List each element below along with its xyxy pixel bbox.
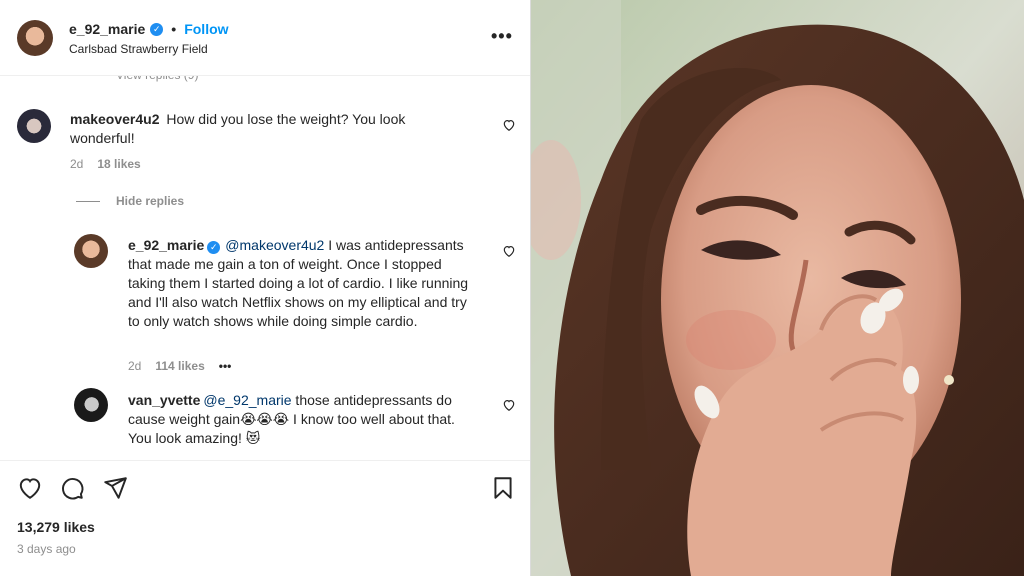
post-action-bar: 13,279 likes 3 days ago (0, 460, 530, 576)
reply-meta: 2d 114 likes ••• (128, 359, 231, 373)
like-heart-icon[interactable] (502, 244, 516, 258)
comment-body: makeover4u2 How did you lose the weight?… (70, 110, 470, 148)
avatar[interactable] (17, 20, 53, 56)
like-heart-icon[interactable] (502, 398, 516, 412)
likes-count[interactable]: 13,279 likes (17, 519, 95, 535)
reply-age: 2d (128, 359, 142, 373)
avatar[interactable] (74, 388, 108, 422)
hide-replies-label: Hide replies (116, 194, 185, 208)
reply-mention[interactable]: @makeover4u2 (225, 237, 324, 253)
reply-mention[interactable]: @e_92_marie (203, 392, 291, 408)
post-author: e_92_marie ✓ • Follow (69, 21, 229, 37)
crying-woman-photo (531, 0, 1024, 576)
reply-username[interactable]: e_92_marie (128, 237, 204, 253)
divider-line (76, 200, 100, 202)
hide-replies-link[interactable]: Hide replies (76, 194, 184, 208)
verified-badge-icon: ✓ (207, 241, 221, 254)
save-bookmark-icon[interactable] (490, 475, 516, 501)
post-header: e_92_marie ✓ • Follow Carlsbad Strawberr… (0, 0, 530, 76)
reply-options-icon[interactable]: ••• (219, 359, 232, 373)
comment-age: 2d (70, 157, 84, 171)
comment-username[interactable]: makeover4u2 (70, 111, 160, 127)
comment-bubble-icon[interactable] (59, 475, 85, 501)
reply-likes[interactable]: 114 likes (155, 359, 204, 373)
follow-button[interactable]: Follow (184, 21, 228, 37)
reply-body: e_92_marie ✓ @makeover4u2 I was antidepres… (128, 236, 476, 331)
reply-username[interactable]: van_yvette (128, 392, 200, 408)
post-timestamp: 3 days ago (17, 542, 76, 556)
share-paper-plane-icon[interactable] (102, 475, 128, 501)
like-heart-icon[interactable] (17, 475, 43, 501)
comment-likes[interactable]: 18 likes (97, 157, 140, 171)
post-location[interactable]: Carlsbad Strawberry Field (69, 42, 208, 56)
reply-body: van_yvette @e_92_marie those antidepressa… (128, 391, 473, 448)
comment-meta: 2d 18 likes (70, 157, 141, 171)
avatar[interactable] (17, 109, 51, 143)
avatar[interactable] (74, 234, 108, 268)
more-options-icon[interactable]: ••• (491, 26, 513, 47)
separator-dot: • (171, 21, 177, 37)
like-heart-icon[interactable] (502, 118, 516, 132)
post-photo (531, 0, 1024, 576)
instagram-post-panel: e_92_marie ✓ • Follow Carlsbad Strawberr… (0, 0, 531, 576)
author-username[interactable]: e_92_marie (69, 21, 145, 37)
verified-badge-icon: ✓ (150, 22, 164, 36)
